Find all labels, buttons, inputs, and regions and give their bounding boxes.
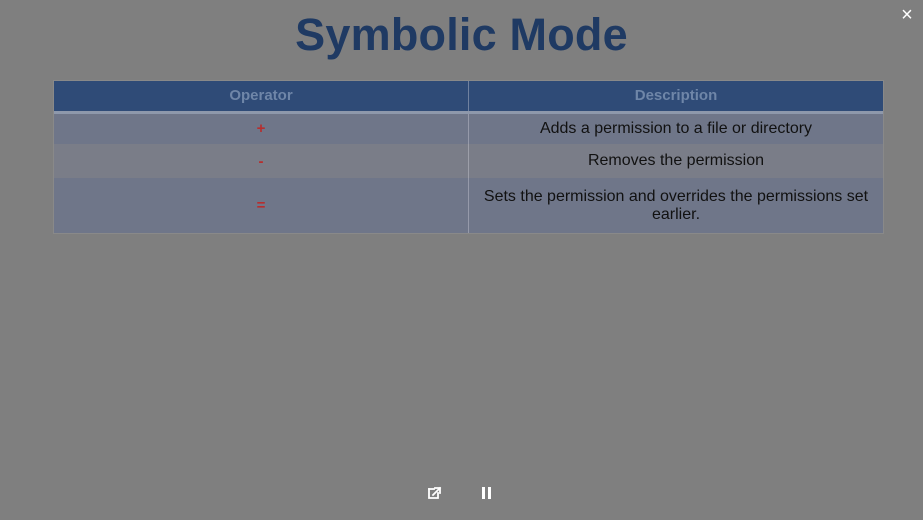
description-cell: Sets the permission and overrides the pe… <box>483 187 869 223</box>
table-row: = Sets the permission and overrides the … <box>54 178 883 233</box>
slide-canvas: Symbolic Mode Operator Description + Add… <box>0 0 923 520</box>
operator-cell: + <box>54 112 469 144</box>
description-cell: Removes the permission <box>587 152 765 169</box>
open-external-icon <box>428 486 442 499</box>
media-controls <box>420 479 510 507</box>
operators-table: Operator Description + Adds a permission… <box>54 81 883 233</box>
slide-title: Symbolic Mode <box>295 9 628 60</box>
operator-column-header: Operator <box>54 81 469 114</box>
pause-icon <box>482 487 491 499</box>
table-header-row: Operator Description <box>54 81 883 114</box>
table-row: + Adds a permission to a file or directo… <box>54 112 883 144</box>
slide-viewer: Symbolic Mode Operator Description + Add… <box>0 0 923 520</box>
operator-cell: = <box>54 178 469 233</box>
table-row: - Removes the permission <box>54 144 883 178</box>
description-cell: Adds a permission to a file or directory <box>539 119 813 137</box>
open-external-button[interactable] <box>420 479 448 507</box>
pause-button[interactable] <box>472 479 500 507</box>
description-column-header: Description <box>468 81 883 114</box>
operator-cell: - <box>54 144 469 178</box>
close-button[interactable]: × <box>899 5 915 25</box>
